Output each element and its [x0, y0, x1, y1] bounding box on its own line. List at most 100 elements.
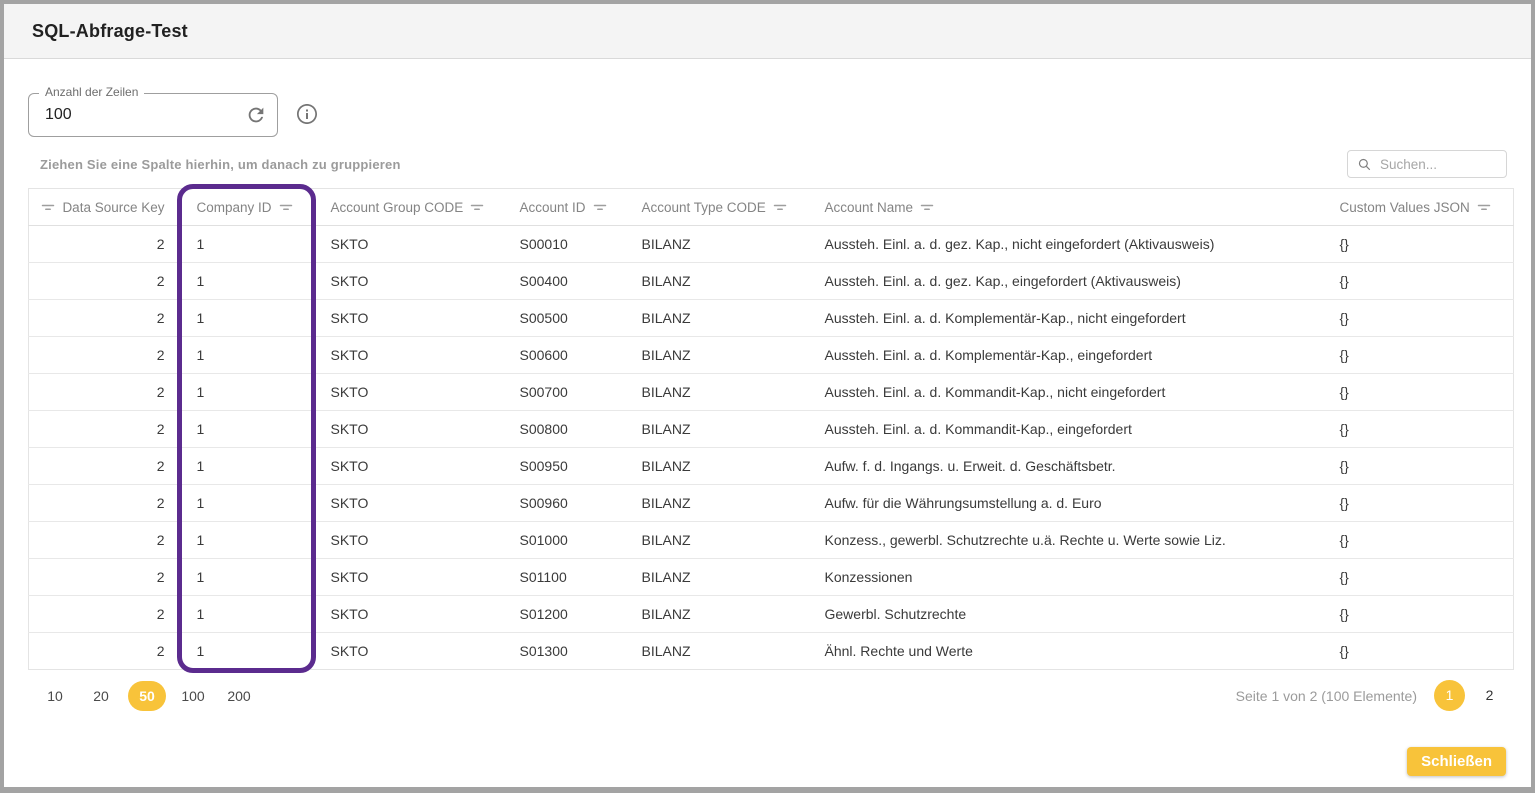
page-buttons: 12 [1434, 680, 1505, 711]
page-size-100[interactable]: 100 [174, 681, 212, 711]
cell-data-source-key: 2 [29, 411, 181, 448]
cell-data-source-key: 2 [29, 300, 181, 337]
cell-account-group-code: SKTO [315, 337, 504, 374]
filter-icon[interactable] [1477, 201, 1491, 214]
cell-custom-values-json: {} [1324, 522, 1514, 559]
cell-account-name: Aussteh. Einl. a. d. Komplementär-Kap., … [809, 337, 1324, 374]
page-button-2[interactable]: 2 [1474, 680, 1505, 711]
cell-account-name: Aufw. für die Währungsumstellung a. d. E… [809, 485, 1324, 522]
table-row: 21SKTOS00800BILANZAussteh. Einl. a. d. K… [29, 411, 1514, 448]
search-icon [1357, 157, 1372, 172]
column-label: Account Name [825, 200, 914, 215]
page-button-1[interactable]: 1 [1434, 680, 1465, 711]
group-panel-row: Ziehen Sie eine Spalte hierhin, um danac… [28, 150, 1507, 178]
cell-company-id: 1 [181, 263, 315, 300]
table-row: 21SKTOS00400BILANZAussteh. Einl. a. d. g… [29, 263, 1514, 300]
page-size-20[interactable]: 20 [82, 681, 120, 711]
cell-custom-values-json: {} [1324, 411, 1514, 448]
cell-account-id: S00600 [504, 337, 626, 374]
table-row: 21SKTOS00700BILANZAussteh. Einl. a. d. K… [29, 374, 1514, 411]
cell-account-group-code: SKTO [315, 300, 504, 337]
table-row: 21SKTOS00500BILANZAussteh. Einl. a. d. K… [29, 300, 1514, 337]
cell-account-group-code: SKTO [315, 485, 504, 522]
cell-company-id: 1 [181, 226, 315, 263]
column-label: Data Source Key [62, 200, 164, 215]
cell-account-type-code: BILANZ [626, 448, 809, 485]
cell-account-id: S00800 [504, 411, 626, 448]
cell-account-type-code: BILANZ [626, 633, 809, 670]
column-header-custom-values-json[interactable]: Custom Values JSON [1324, 189, 1514, 226]
cell-account-type-code: BILANZ [626, 485, 809, 522]
cell-account-group-code: SKTO [315, 633, 504, 670]
data-grid-table: Data Source Key Company ID Account Group C… [28, 188, 1514, 670]
column-label: Company ID [197, 200, 272, 215]
column-header-account-group-code[interactable]: Account Group CODE [315, 189, 504, 226]
cell-account-id: S00950 [504, 448, 626, 485]
cell-account-name: Konzess., gewerbl. Schutzrechte u.ä. Rec… [809, 522, 1324, 559]
table-row: 21SKTOS00600BILANZAussteh. Einl. a. d. K… [29, 337, 1514, 374]
cell-account-name: Gewerbl. Schutzrechte [809, 596, 1324, 633]
cell-account-group-code: SKTO [315, 596, 504, 633]
filter-icon[interactable] [920, 201, 934, 214]
filter-icon[interactable] [470, 201, 484, 214]
filter-icon[interactable] [279, 201, 293, 214]
cell-account-id: S00960 [504, 485, 626, 522]
cell-account-name: Aussteh. Einl. a. d. Komplementär-Kap., … [809, 300, 1324, 337]
cell-account-id: S00400 [504, 263, 626, 300]
column-label: Account Group CODE [331, 200, 464, 215]
column-header-data-source-key[interactable]: Data Source Key [29, 189, 181, 226]
cell-account-group-code: SKTO [315, 374, 504, 411]
group-panel-hint: Ziehen Sie eine Spalte hierhin, um danac… [28, 157, 401, 172]
cell-account-id: S00700 [504, 374, 626, 411]
cell-account-id: S01100 [504, 559, 626, 596]
info-icon[interactable] [294, 102, 320, 128]
cell-custom-values-json: {} [1324, 337, 1514, 374]
cell-account-name: Aussteh. Einl. a. d. gez. Kap., eingefor… [809, 263, 1324, 300]
cell-account-type-code: BILANZ [626, 596, 809, 633]
cell-company-id: 1 [181, 337, 315, 374]
cell-account-name: Aussteh. Einl. a. d. Kommandit-Kap., nic… [809, 374, 1324, 411]
column-header-account-id[interactable]: Account ID [504, 189, 626, 226]
page-size-10[interactable]: 10 [36, 681, 74, 711]
table-row: 21SKTOS01000BILANZKonzess., gewerbl. Sch… [29, 522, 1514, 559]
cell-company-id: 1 [181, 633, 315, 670]
search-box[interactable] [1347, 150, 1507, 178]
cell-custom-values-json: {} [1324, 485, 1514, 522]
search-input[interactable] [1378, 156, 1497, 173]
cell-account-name: Aufw. f. d. Ingangs. u. Erweit. d. Gesch… [809, 448, 1324, 485]
cell-account-name: Aussteh. Einl. a. d. Kommandit-Kap., ein… [809, 411, 1324, 448]
cell-account-group-code: SKTO [315, 263, 504, 300]
cell-company-id: 1 [181, 559, 315, 596]
filter-icon[interactable] [773, 201, 787, 214]
cell-company-id: 1 [181, 448, 315, 485]
row-count-label: Anzahl der Zeilen [39, 85, 144, 99]
cell-account-type-code: BILANZ [626, 337, 809, 374]
column-label: Account ID [520, 200, 586, 215]
cell-custom-values-json: {} [1324, 226, 1514, 263]
cell-account-name: Aussteh. Einl. a. d. gez. Kap., nicht ei… [809, 226, 1324, 263]
row-count-input[interactable] [43, 105, 223, 125]
cell-account-id: S00500 [504, 300, 626, 337]
column-header-account-name[interactable]: Account Name [809, 189, 1324, 226]
cell-account-type-code: BILANZ [626, 411, 809, 448]
table-row: 21SKTOS00950BILANZAufw. f. d. Ingangs. u… [29, 448, 1514, 485]
column-header-account-type-code[interactable]: Account Type CODE [626, 189, 809, 226]
pager-navigation: Seite 1 von 2 (100 Elemente) 12 [1236, 680, 1507, 711]
cell-account-type-code: BILANZ [626, 300, 809, 337]
column-label: Account Type CODE [642, 200, 766, 215]
refresh-icon[interactable] [244, 104, 268, 128]
page-size-200[interactable]: 200 [220, 681, 258, 711]
cell-account-id: S01300 [504, 633, 626, 670]
page-title: SQL-Abfrage-Test [32, 21, 188, 42]
filter-icon[interactable] [41, 201, 55, 214]
cell-data-source-key: 2 [29, 522, 181, 559]
cell-account-group-code: SKTO [315, 448, 504, 485]
cell-account-group-code: SKTO [315, 226, 504, 263]
column-header-company-id[interactable]: Company ID [181, 189, 315, 226]
table-row: 21SKTOS01300BILANZÄhnl. Rechte und Werte… [29, 633, 1514, 670]
cell-account-name: Ähnl. Rechte und Werte [809, 633, 1324, 670]
close-button[interactable]: Schließen [1407, 747, 1506, 776]
cell-account-id: S01200 [504, 596, 626, 633]
page-size-50[interactable]: 50 [128, 681, 166, 711]
filter-icon[interactable] [593, 201, 607, 214]
